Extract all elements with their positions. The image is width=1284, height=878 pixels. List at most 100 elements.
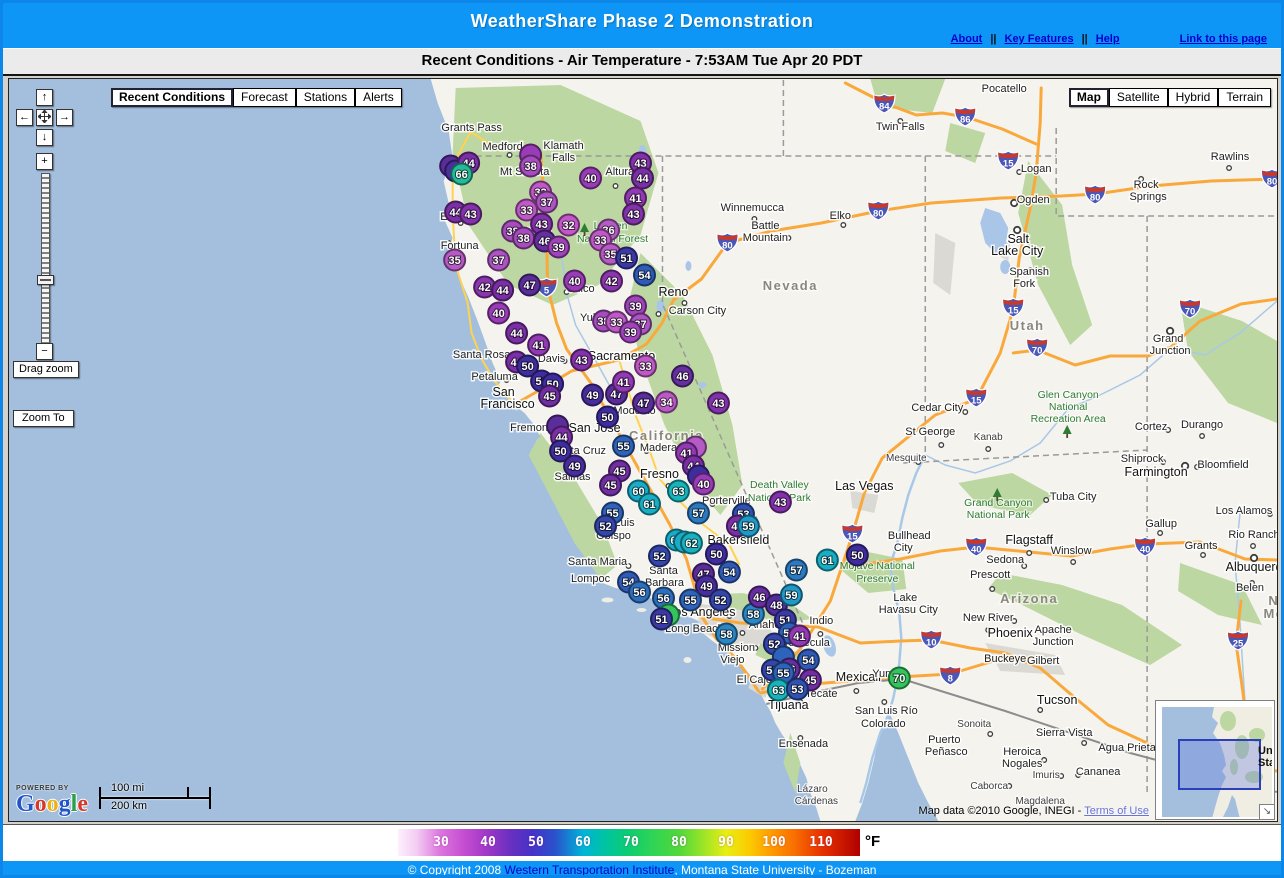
temp-marker-63[interactable]: 63 — [768, 680, 789, 701]
temp-marker-49[interactable]: 49 — [582, 385, 603, 406]
city-dot — [963, 410, 968, 415]
temp-marker-38[interactable]: 38 — [520, 156, 541, 177]
temp-marker-61[interactable]: 61 — [639, 494, 660, 515]
temp-marker-43[interactable]: 43 — [460, 204, 481, 225]
temp-marker-43[interactable]: 43 — [623, 204, 644, 225]
zoom-to-button[interactable]: Zoom To — [13, 410, 74, 427]
temp-marker-39[interactable]: 39 — [620, 322, 641, 343]
temp-marker-62[interactable]: 62 — [681, 533, 702, 554]
map-type-terrain[interactable]: Terrain — [1218, 88, 1271, 107]
city-dot — [1038, 708, 1043, 713]
temp-marker-57[interactable]: 57 — [786, 560, 807, 581]
minimap-canvas[interactable]: UniSta — [1162, 707, 1272, 817]
temp-marker-54[interactable]: 54 — [634, 265, 655, 286]
temp-marker-43[interactable]: 43 — [571, 350, 592, 371]
temp-marker-49[interactable]: 49 — [564, 456, 585, 477]
temp-marker-45[interactable]: 45 — [539, 386, 560, 407]
temp-marker-50[interactable]: 50 — [706, 544, 727, 565]
temp-marker-56[interactable]: 56 — [629, 582, 650, 603]
pan-left-button[interactable]: ← — [16, 109, 33, 126]
temp-marker-41[interactable]: 41 — [789, 626, 810, 647]
temp-marker-44[interactable]: 44 — [492, 280, 513, 301]
temp-marker-51[interactable]: 51 — [616, 248, 637, 269]
temp-marker-43[interactable]: 43 — [770, 492, 791, 513]
zoom-slider-handle[interactable] — [37, 275, 54, 285]
temp-marker-55[interactable]: 55 — [613, 436, 634, 457]
temp-marker-63[interactable]: 63 — [668, 481, 689, 502]
tab-forecast[interactable]: Forecast — [233, 88, 296, 107]
pan-up-button[interactable]: ↑ — [36, 89, 53, 106]
tab-recent-conditions[interactable]: Recent Conditions — [111, 88, 233, 107]
temp-marker-41[interactable]: 41 — [528, 335, 549, 356]
temp-marker-54[interactable]: 54 — [719, 562, 740, 583]
temp-marker-45[interactable]: 45 — [600, 475, 621, 496]
temp-marker-53[interactable]: 53 — [787, 679, 808, 700]
temp-marker-34[interactable]: 34 — [656, 392, 677, 413]
temp-marker-59[interactable]: 59 — [738, 516, 759, 537]
temp-marker-40[interactable]: 40 — [580, 168, 601, 189]
temp-marker-32[interactable]: 32 — [558, 215, 579, 236]
temperature-legend: 30405060708090100110 °F — [3, 824, 1281, 861]
temp-marker-51[interactable]: 51 — [651, 609, 672, 630]
temp-marker-33[interactable]: 33 — [635, 356, 656, 377]
help-link[interactable]: Help — [1096, 33, 1120, 45]
temp-marker-57[interactable]: 57 — [688, 503, 709, 524]
link-to-page-link[interactable]: Link to this page — [1180, 33, 1267, 45]
map-type-satellite[interactable]: Satellite — [1109, 88, 1168, 107]
temp-marker-37[interactable]: 37 — [488, 250, 509, 271]
base-map[interactable]: Grants PassMedfordKlamathFallsAlturasEur… — [9, 79, 1277, 821]
temp-marker-40[interactable]: 40 — [488, 303, 509, 324]
temp-marker-58[interactable]: 58 — [716, 624, 737, 645]
temp-marker-38[interactable]: 38 — [513, 228, 534, 249]
pan-down-button[interactable]: ↓ — [36, 129, 53, 146]
temp-marker-50[interactable]: 50 — [597, 407, 618, 428]
key-features-link[interactable]: Key Features — [1005, 33, 1074, 45]
temp-marker-55[interactable]: 55 — [680, 590, 701, 611]
temp-marker-59[interactable]: 59 — [781, 585, 802, 606]
pan-center-button[interactable] — [36, 109, 53, 126]
drag-zoom-button[interactable]: Drag zoom — [13, 361, 79, 378]
temp-marker-47[interactable]: 47 — [519, 275, 540, 296]
zoom-out-button[interactable]: − — [36, 343, 53, 360]
minimap-collapse-button[interactable]: ↘ — [1259, 804, 1274, 819]
temp-marker-61[interactable]: 61 — [817, 550, 838, 571]
temp-marker-52[interactable]: 52 — [649, 546, 670, 567]
temp-marker-39[interactable]: 39 — [548, 237, 569, 258]
minimap-viewport[interactable] — [1179, 740, 1260, 789]
temp-marker-35[interactable]: 35 — [444, 250, 465, 271]
zoom-in-button[interactable]: + — [36, 153, 53, 170]
google-logo[interactable]: POWERED BY Google — [16, 785, 88, 816]
map-canvas[interactable]: Grants PassMedfordKlamathFallsAlturasEur… — [8, 78, 1278, 822]
map-label: Indio — [809, 615, 833, 627]
temp-marker-46[interactable]: 46 — [672, 366, 693, 387]
temp-marker-66[interactable]: 66 — [451, 164, 472, 185]
temp-marker-50[interactable]: 50 — [847, 545, 868, 566]
map-label: Puerto — [928, 734, 960, 746]
temp-marker-41[interactable]: 41 — [613, 372, 634, 393]
temp-marker-44[interactable]: 44 — [632, 168, 653, 189]
map-type-hybrid[interactable]: Hybrid — [1168, 88, 1219, 107]
center-crosshair-icon — [38, 110, 51, 123]
terms-of-use-link[interactable]: Terms of Use — [1084, 805, 1149, 817]
pan-right-button[interactable]: → — [56, 109, 73, 126]
wti-link[interactable]: Western Transportation Institute — [504, 863, 674, 877]
temp-marker-52[interactable]: 52 — [595, 516, 616, 537]
map-label: Nogales — [1002, 758, 1043, 770]
temp-marker-70[interactable]: 70 — [889, 668, 910, 689]
legend-gradient-bar: 30405060708090100110 — [398, 829, 860, 856]
temp-marker-37[interactable]: 37 — [536, 192, 557, 213]
overview-minimap[interactable]: UniSta ↘ — [1155, 700, 1275, 820]
temp-marker-40[interactable]: 40 — [564, 271, 585, 292]
temp-marker-47[interactable]: 47 — [633, 393, 654, 414]
temp-marker-52[interactable]: 52 — [710, 590, 731, 611]
zoom-slider-track[interactable] — [41, 173, 50, 344]
temp-marker-54[interactable]: 54 — [798, 650, 819, 671]
temp-marker-42[interactable]: 42 — [601, 271, 622, 292]
temp-marker-44[interactable]: 44 — [506, 323, 527, 344]
temp-marker-43[interactable]: 43 — [708, 393, 729, 414]
about-link[interactable]: About — [951, 33, 983, 45]
tab-alerts[interactable]: Alerts — [355, 88, 402, 107]
temp-marker-40[interactable]: 40 — [693, 474, 714, 495]
map-type-map[interactable]: Map — [1069, 88, 1109, 107]
tab-stations[interactable]: Stations — [296, 88, 355, 107]
